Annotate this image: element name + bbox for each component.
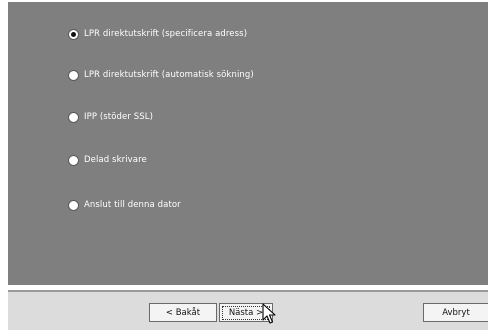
option-label: LPR direktutskrift (automatisk sökning) bbox=[84, 70, 254, 80]
cancel-button-label: Avbryt bbox=[442, 307, 470, 318]
option-lpr-auto-search[interactable]: LPR direktutskrift (automatisk sökning) bbox=[68, 66, 254, 84]
option-shared-printer[interactable]: Delad skrivare bbox=[68, 151, 147, 169]
option-label: Anslut till denna dator bbox=[84, 200, 181, 210]
radio-button[interactable] bbox=[68, 69, 79, 81]
button-bar: < Bakåt Nästa > Avbryt bbox=[8, 290, 488, 330]
option-label: Delad skrivare bbox=[84, 155, 147, 165]
option-label: LPR direktutskrift (specificera adress) bbox=[84, 29, 248, 39]
radio-button[interactable] bbox=[68, 111, 79, 123]
cancel-button[interactable]: Avbryt bbox=[423, 303, 488, 322]
radio-button-checked[interactable] bbox=[68, 28, 79, 40]
wizard-footer: < Bakåt Nästa > Avbryt bbox=[0, 285, 488, 334]
radio-button[interactable] bbox=[68, 199, 79, 211]
back-button[interactable]: < Bakåt bbox=[149, 303, 217, 322]
back-button-label: < Bakåt bbox=[165, 307, 201, 318]
option-label: IPP (stöder SSL) bbox=[84, 112, 154, 122]
connection-options-group: LPR direktutskrift (specificera adress) … bbox=[8, 2, 488, 285]
option-connect-this-computer[interactable]: Anslut till denna dator bbox=[68, 196, 181, 214]
wizard-content-panel: LPR direktutskrift (specificera adress) … bbox=[8, 2, 488, 285]
option-lpr-specify-address[interactable]: LPR direktutskrift (specificera adress) bbox=[68, 25, 247, 43]
mouse-pointer-icon bbox=[262, 303, 276, 324]
option-ipp-ssl[interactable]: IPP (stöder SSL) bbox=[68, 108, 153, 126]
radio-button[interactable] bbox=[68, 154, 79, 166]
